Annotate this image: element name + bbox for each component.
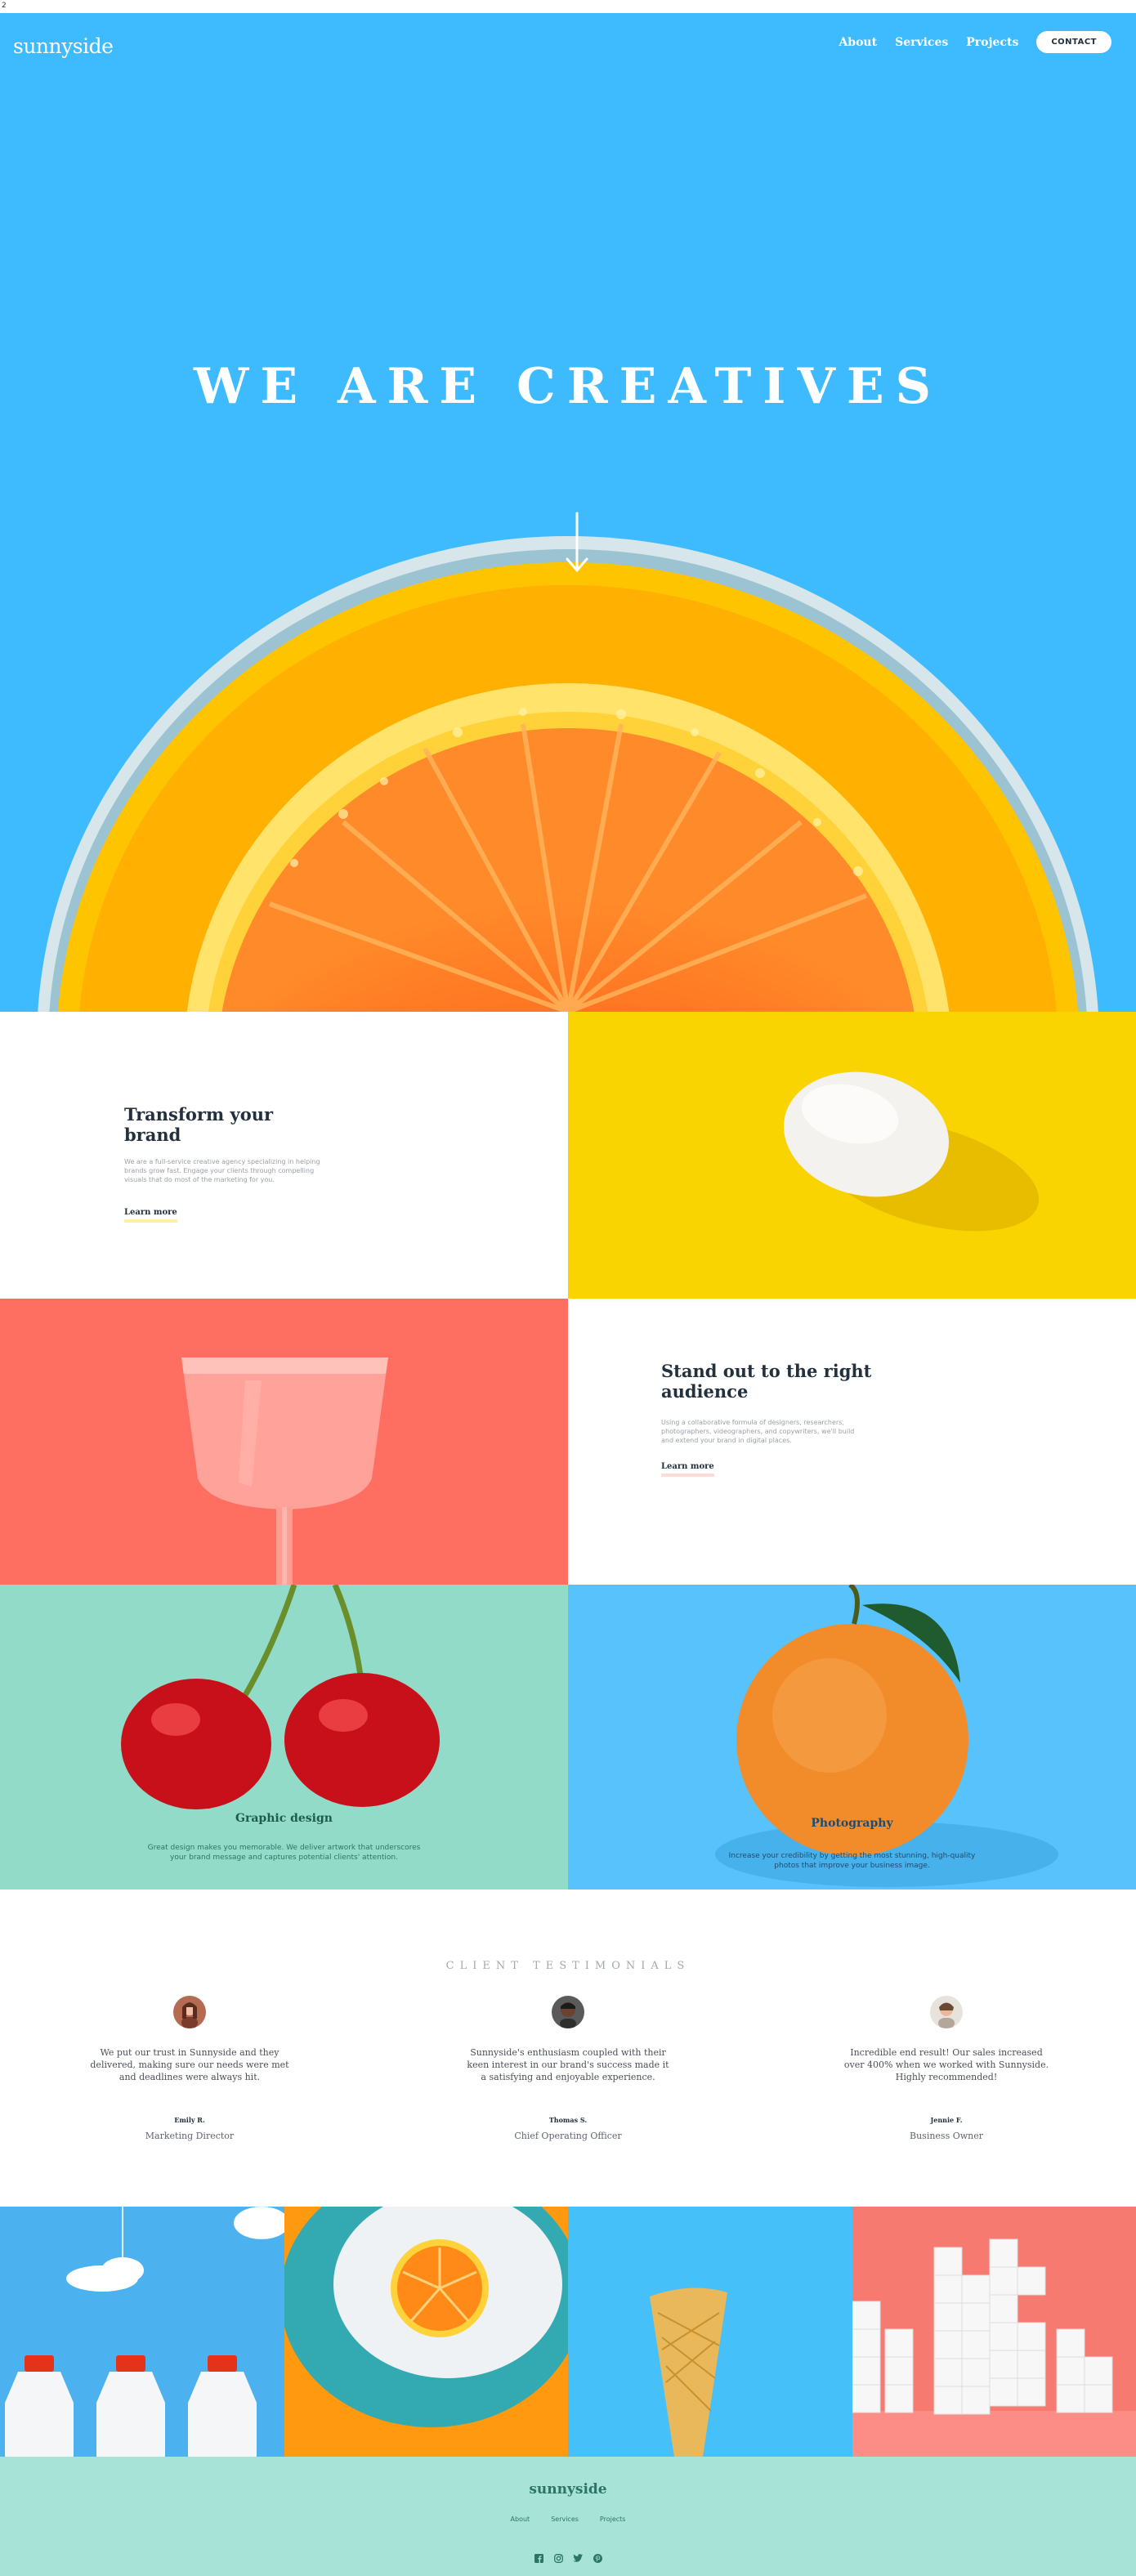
- card-title: Photography: [811, 1817, 893, 1830]
- testimonial-quote: Sunnyside's enthusiasm coupled with thei…: [467, 2047, 669, 2082]
- hero-orange-image: [38, 512, 1098, 1012]
- avatar: [173, 1996, 206, 2028]
- feature-row-2: Stand out to the right audience Using a …: [0, 1299, 1136, 1585]
- footer: sunnyside About Services Projects: [0, 2457, 1136, 2576]
- instagram-icon[interactable]: [553, 2553, 563, 2563]
- orange-image: [568, 1585, 1136, 1890]
- logo[interactable]: sunnyside: [13, 34, 114, 58]
- nav-projects[interactable]: Projects: [966, 36, 1018, 49]
- photography-card: Photography Increase your credibility by…: [568, 1585, 1136, 1890]
- card-title: Graphic design: [235, 1812, 333, 1825]
- egg-image: [568, 1012, 1136, 1299]
- hero-title: WE ARE CREATIVES: [194, 358, 942, 415]
- feature-text-transform: Transform your brand We are a full-servi…: [0, 1012, 568, 1299]
- testimonial-role: Business Owner: [910, 2131, 983, 2141]
- feature-title: Transform your brand: [124, 1104, 274, 1145]
- footer-nav-services[interactable]: Services: [551, 2516, 579, 2523]
- card-body: Great design makes you memorable. We del…: [147, 1844, 421, 1862]
- nav-services[interactable]: Services: [895, 36, 948, 49]
- feature-body: We are a full-service creative agency sp…: [124, 1158, 320, 1183]
- testimonial-card: Incredible end result! Our sales increas…: [824, 1996, 1069, 2141]
- testimonial-role: Chief Operating Officer: [514, 2131, 622, 2141]
- feature-row-1: Transform your brand We are a full-servi…: [0, 1012, 1136, 1299]
- testimonial-role: Marketing Director: [145, 2131, 235, 2141]
- gallery-orange-plate-image: [284, 2207, 568, 2457]
- learn-more-link[interactable]: Learn more: [661, 1462, 714, 1477]
- testimonial-name: Emily R.: [174, 2116, 205, 2124]
- corner-mark: 2: [0, 0, 1136, 13]
- testimonial-card: We put our trust in Sunnyside and they d…: [67, 1996, 312, 2141]
- testimonial-name: Thomas S.: [548, 2116, 588, 2124]
- contact-button[interactable]: CONTACT: [1036, 31, 1111, 53]
- social-links: [0, 2553, 1136, 2563]
- avatar: [930, 1996, 963, 2028]
- hero-section: sunnyside About Services Projects CONTAC…: [0, 13, 1136, 1012]
- gallery: [0, 2207, 1136, 2457]
- feature-title: Stand out to the right audience: [661, 1361, 872, 1402]
- testimonial-quote: We put our trust in Sunnyside and they d…: [90, 2047, 289, 2082]
- testimonials-heading: CLIENT TESTIMONIALS: [445, 1960, 691, 1972]
- graphic-design-card: Graphic design Great design makes you me…: [0, 1585, 568, 1890]
- gallery-ice-cream-cone-image: [568, 2207, 852, 2457]
- services-cards: Graphic design Great design makes you me…: [0, 1585, 1136, 1890]
- main-nav: About Services Projects CONTACT: [839, 31, 1111, 53]
- gallery-sugar-cubes-image: [852, 2207, 1136, 2457]
- gallery-milk-bottles-image: [0, 2207, 284, 2457]
- feature-text-stand-out: Stand out to the right audience Using a …: [568, 1299, 1136, 1585]
- avatar: [552, 1996, 584, 2028]
- testimonial-name: Jennie F.: [930, 2116, 963, 2124]
- pinterest-icon[interactable]: [593, 2553, 602, 2563]
- footer-nav: About Services Projects: [0, 2516, 1136, 2523]
- feature-body: Using a collaborative formula of designe…: [661, 1419, 855, 1444]
- learn-more-link[interactable]: Learn more: [124, 1208, 177, 1223]
- footer-logo[interactable]: sunnyside: [0, 2481, 1136, 2498]
- footer-nav-projects[interactable]: Projects: [600, 2516, 626, 2523]
- footer-nav-about[interactable]: About: [511, 2516, 530, 2523]
- testimonial-card: Sunnyside's enthusiasm coupled with thei…: [445, 1996, 691, 2141]
- card-body: Increase your credibility by getting the…: [728, 1852, 976, 1870]
- twitter-icon[interactable]: [573, 2553, 583, 2563]
- facebook-icon[interactable]: [534, 2553, 543, 2563]
- pink-cup-image: [0, 1299, 568, 1585]
- testimonials-section: CLIENT TESTIMONIALS We put our trust in …: [0, 1890, 1136, 2207]
- nav-about[interactable]: About: [839, 36, 877, 49]
- testimonial-quote: Incredible end result! Our sales increas…: [843, 2047, 1049, 2082]
